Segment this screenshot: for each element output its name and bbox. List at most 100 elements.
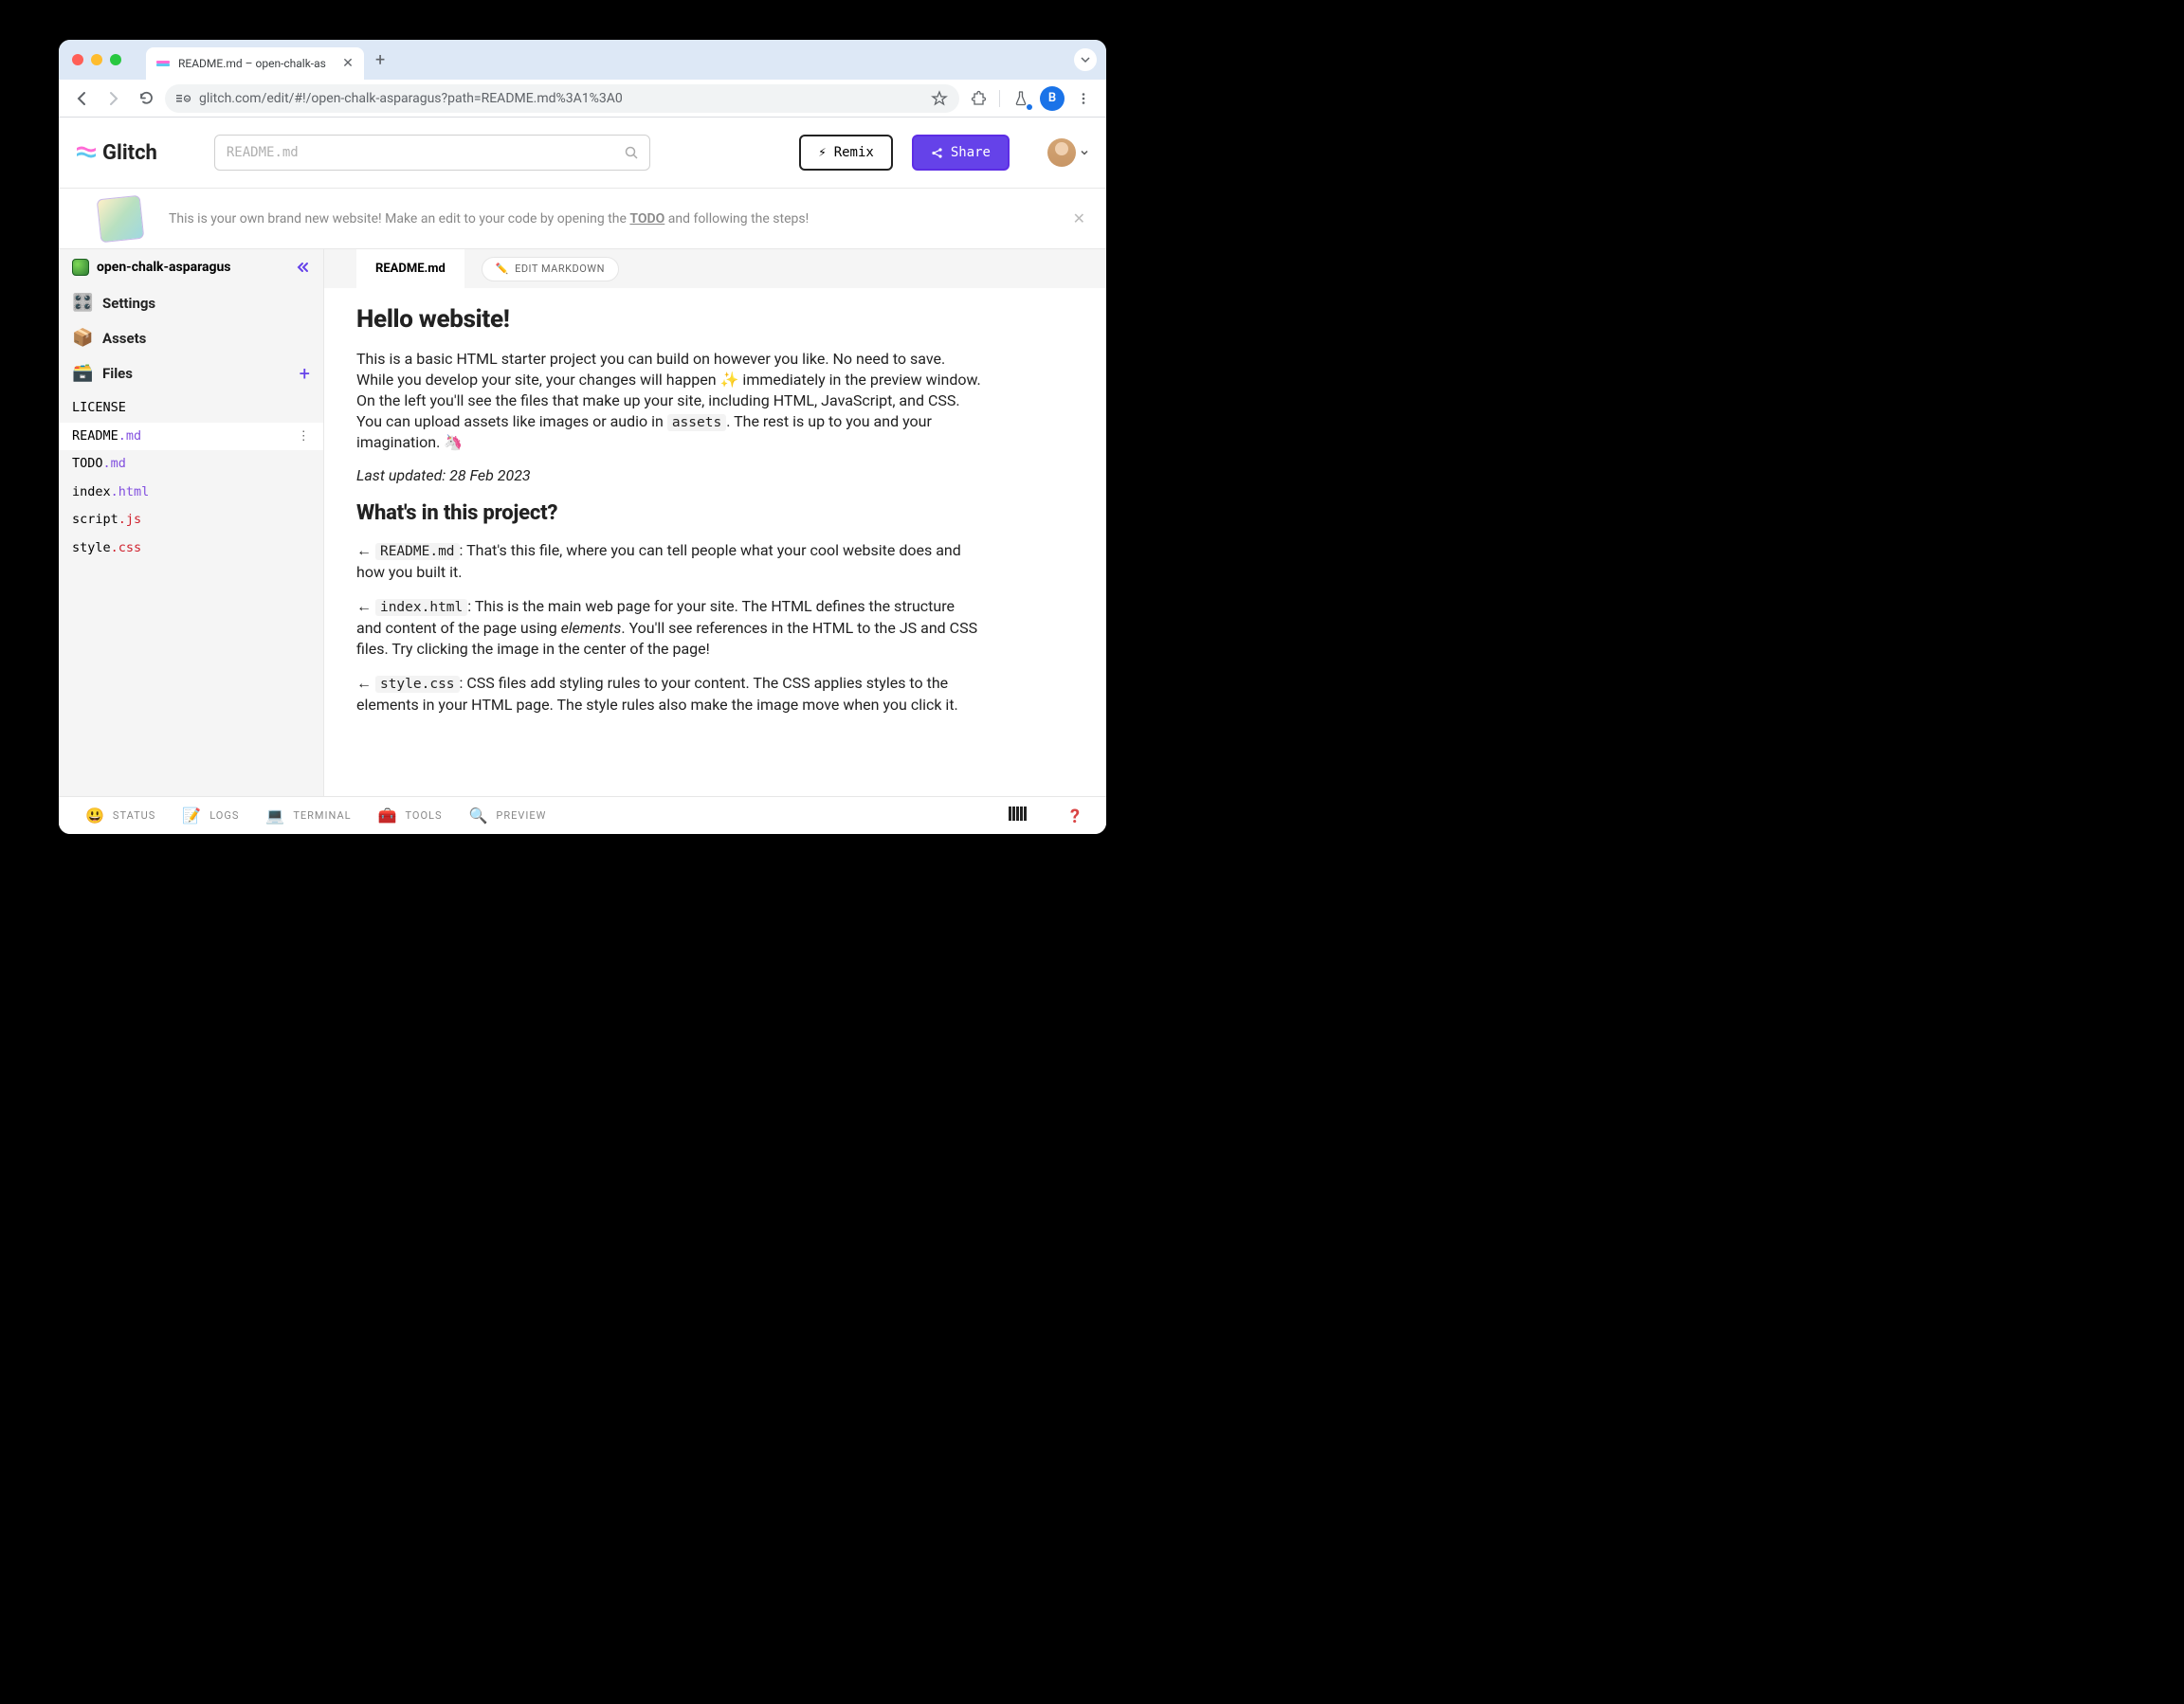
extensions-icon[interactable]	[965, 85, 992, 112]
file-item-script[interactable]: script.js	[59, 506, 323, 535]
project-selector[interactable]: open-chalk-asparagus	[59, 249, 323, 285]
assets-label: Assets	[102, 330, 146, 347]
pencil-icon: ✏️	[496, 263, 509, 275]
tabs-dropdown-button[interactable]	[1074, 48, 1097, 71]
new-tab-button[interactable]: +	[375, 50, 385, 70]
editor-tab-readme[interactable]: README.md	[356, 249, 464, 288]
preview-label: PREVIEW	[496, 809, 546, 822]
file-name: TODO	[72, 454, 103, 475]
keyboard-icon[interactable]	[1009, 806, 1027, 825]
file-name: script	[72, 510, 118, 531]
reload-button[interactable]	[133, 85, 159, 112]
preview-icon: 🔍	[469, 807, 489, 825]
edit-markdown-button[interactable]: ✏️ EDIT MARKDOWN	[482, 257, 619, 281]
tab-title: README.md – open-chalk-as	[178, 57, 334, 70]
collapse-sidebar-icon[interactable]	[295, 261, 310, 274]
user-menu-chevron-icon[interactable]	[1080, 148, 1089, 157]
url-bar[interactable]: glitch.com/edit/#!/open-chalk-asparagus?…	[165, 84, 959, 113]
file-item-todo[interactable]: TODO.md	[59, 450, 323, 479]
footer-tools[interactable]: 🧰 TOOLS	[378, 807, 443, 825]
files-label: Files	[102, 365, 133, 382]
file-name: README	[72, 426, 118, 447]
footer-terminal[interactable]: 💻 TERMINAL	[265, 807, 351, 825]
help-icon[interactable]: ?	[1070, 805, 1080, 827]
settings-label: Settings	[102, 295, 155, 312]
search-input[interactable]: README.md	[214, 135, 650, 171]
chrome-menu-button[interactable]	[1070, 85, 1097, 112]
profile-button[interactable]: B	[1040, 86, 1065, 111]
terminal-label: TERMINAL	[293, 809, 351, 822]
glitch-header: Glitch README.md ⚡ Remix Share	[59, 118, 1106, 189]
readme-intro: This is a basic HTML starter project you…	[356, 349, 982, 453]
share-label: Share	[951, 145, 991, 160]
editor-tab-label: README.md	[375, 262, 446, 276]
readme-updated: Last updated: 28 Feb 2023	[356, 466, 1074, 484]
back-button[interactable]	[68, 85, 95, 112]
sidebar-item-assets[interactable]: 📦 Assets	[59, 320, 323, 355]
readme-h1: Hello website!	[356, 305, 1074, 334]
search-icon	[625, 146, 638, 159]
remix-label: Remix	[834, 145, 874, 160]
assets-icon: 📦	[72, 328, 93, 348]
file-item-index[interactable]: index.html	[59, 479, 323, 507]
item-code: README.md	[375, 543, 460, 560]
user-avatar[interactable]	[1047, 138, 1076, 167]
glitch-logo-text: Glitch	[102, 141, 157, 165]
minimize-window-button[interactable]	[91, 54, 102, 65]
item-em: elements	[561, 619, 622, 637]
site-info-icon[interactable]	[176, 92, 191, 105]
project-name: open-chalk-asparagus	[97, 260, 231, 275]
readme-h2: What's in this project?	[356, 501, 1074, 525]
file-name: style	[72, 538, 111, 559]
file-ext: .html	[111, 482, 150, 503]
tools-icon: 🧰	[378, 807, 398, 825]
footer-preview[interactable]: 🔍 PREVIEW	[469, 807, 547, 825]
status-label: STATUS	[113, 809, 155, 822]
share-button[interactable]: Share	[912, 135, 1010, 171]
file-name: index	[72, 482, 111, 503]
footer-logs[interactable]: 📝 LOGS	[182, 807, 239, 825]
footer-status[interactable]: 😃 STATUS	[85, 807, 155, 825]
banner-text: This is your own brand new website! Make…	[169, 211, 1080, 227]
forward-button[interactable]	[100, 85, 127, 112]
chrome-toolbar: glitch.com/edit/#!/open-chalk-asparagus?…	[59, 80, 1106, 118]
glitch-logo[interactable]: Glitch	[76, 141, 157, 165]
file-item-readme[interactable]: README.md ⋮	[59, 423, 323, 451]
readme-item-style: ← style.css: CSS files add styling rules…	[356, 673, 982, 716]
add-file-button[interactable]: +	[300, 362, 310, 385]
logs-label: LOGS	[209, 809, 239, 822]
profile-letter: B	[1048, 91, 1056, 105]
tab-close-icon[interactable]: ✕	[341, 57, 355, 70]
maximize-window-button[interactable]	[110, 54, 121, 65]
file-item-style[interactable]: style.css	[59, 535, 323, 563]
editor-area: README.md ✏️ EDIT MARKDOWN Hello website…	[324, 249, 1106, 796]
settings-icon: 🎛️	[72, 293, 93, 313]
editor-tabs: README.md ✏️ EDIT MARKDOWN	[324, 249, 1106, 288]
file-more-icon[interactable]: ⋮	[298, 426, 311, 447]
readme-item-readme: ← README.md: That's this file, where you…	[356, 540, 982, 583]
readme-item-index: ← index.html: This is the main web page …	[356, 596, 982, 660]
sidebar-item-files[interactable]: 🗃️ Files +	[59, 355, 323, 390]
remix-button[interactable]: ⚡ Remix	[799, 135, 893, 171]
browser-tab[interactable]: README.md – open-chalk-as ✕	[146, 47, 364, 80]
arrow-icon: ←	[356, 674, 372, 692]
file-item-license[interactable]: LICENSE	[59, 394, 323, 423]
banner-text-post: and following the steps!	[664, 211, 809, 227]
file-name: LICENSE	[72, 398, 126, 419]
bookmark-star-icon[interactable]	[931, 90, 948, 107]
editor-content: Hello website! This is a basic HTML star…	[324, 288, 1106, 796]
glitch-logo-icon	[76, 144, 97, 161]
sidebar-item-settings[interactable]: 🎛️ Settings	[59, 285, 323, 320]
close-window-button[interactable]	[72, 54, 83, 65]
tab-favicon-icon	[155, 56, 171, 71]
item-code: index.html	[375, 599, 467, 616]
chrome-tabbar: README.md – open-chalk-as ✕ +	[59, 40, 1106, 80]
banner-close-icon[interactable]: ✕	[1073, 209, 1085, 227]
logs-icon: 📝	[182, 807, 202, 825]
banner-todo-link[interactable]: TODO	[629, 211, 664, 227]
browser-window: README.md – open-chalk-as ✕ + glitch.com…	[59, 40, 1106, 834]
file-ext: .md	[118, 426, 141, 447]
arrow-icon: ←	[356, 597, 372, 615]
banner-text-pre: This is your own brand new website! Make…	[169, 211, 629, 227]
labs-icon[interactable]	[1008, 85, 1034, 112]
